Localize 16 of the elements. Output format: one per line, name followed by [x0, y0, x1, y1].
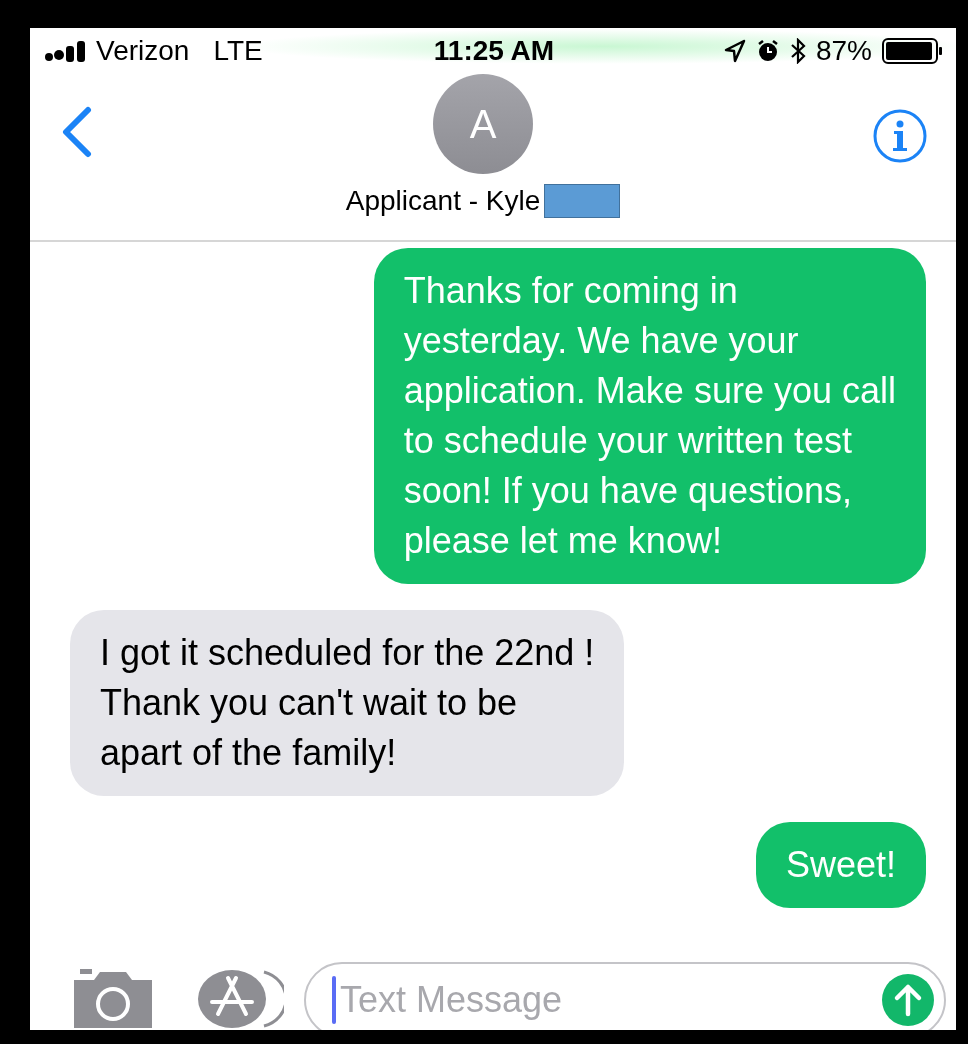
signal-icon: [44, 40, 88, 62]
camera-icon[interactable]: [72, 968, 154, 1030]
info-icon[interactable]: [872, 108, 928, 164]
carrier-name: Verizon: [96, 35, 190, 67]
message-input-field[interactable]: Text Message: [304, 962, 946, 1030]
location-arrow-icon: [723, 39, 746, 63]
sent-message-bubble: Thanks for coming in yesterday. We have your application. Make sure you call to schedule your written test soon! If you have questions, please let me know!: [373, 248, 926, 584]
received-message-bubble: I got it scheduled for the 22nd ! Thank you can't wait to be apart of the family!: [70, 610, 625, 796]
battery-percent: 87%: [815, 35, 872, 67]
contact-name[interactable]: Applicant - Kyle: [345, 185, 541, 217]
network-type: LTE: [213, 35, 263, 67]
status-time: 11:25 AM: [433, 35, 555, 67]
back-chevron-icon[interactable]: [60, 106, 94, 158]
battery-icon: [882, 38, 944, 64]
bluetooth-icon: [789, 38, 806, 64]
sent-message-bubble: Sweet!: [755, 822, 926, 908]
